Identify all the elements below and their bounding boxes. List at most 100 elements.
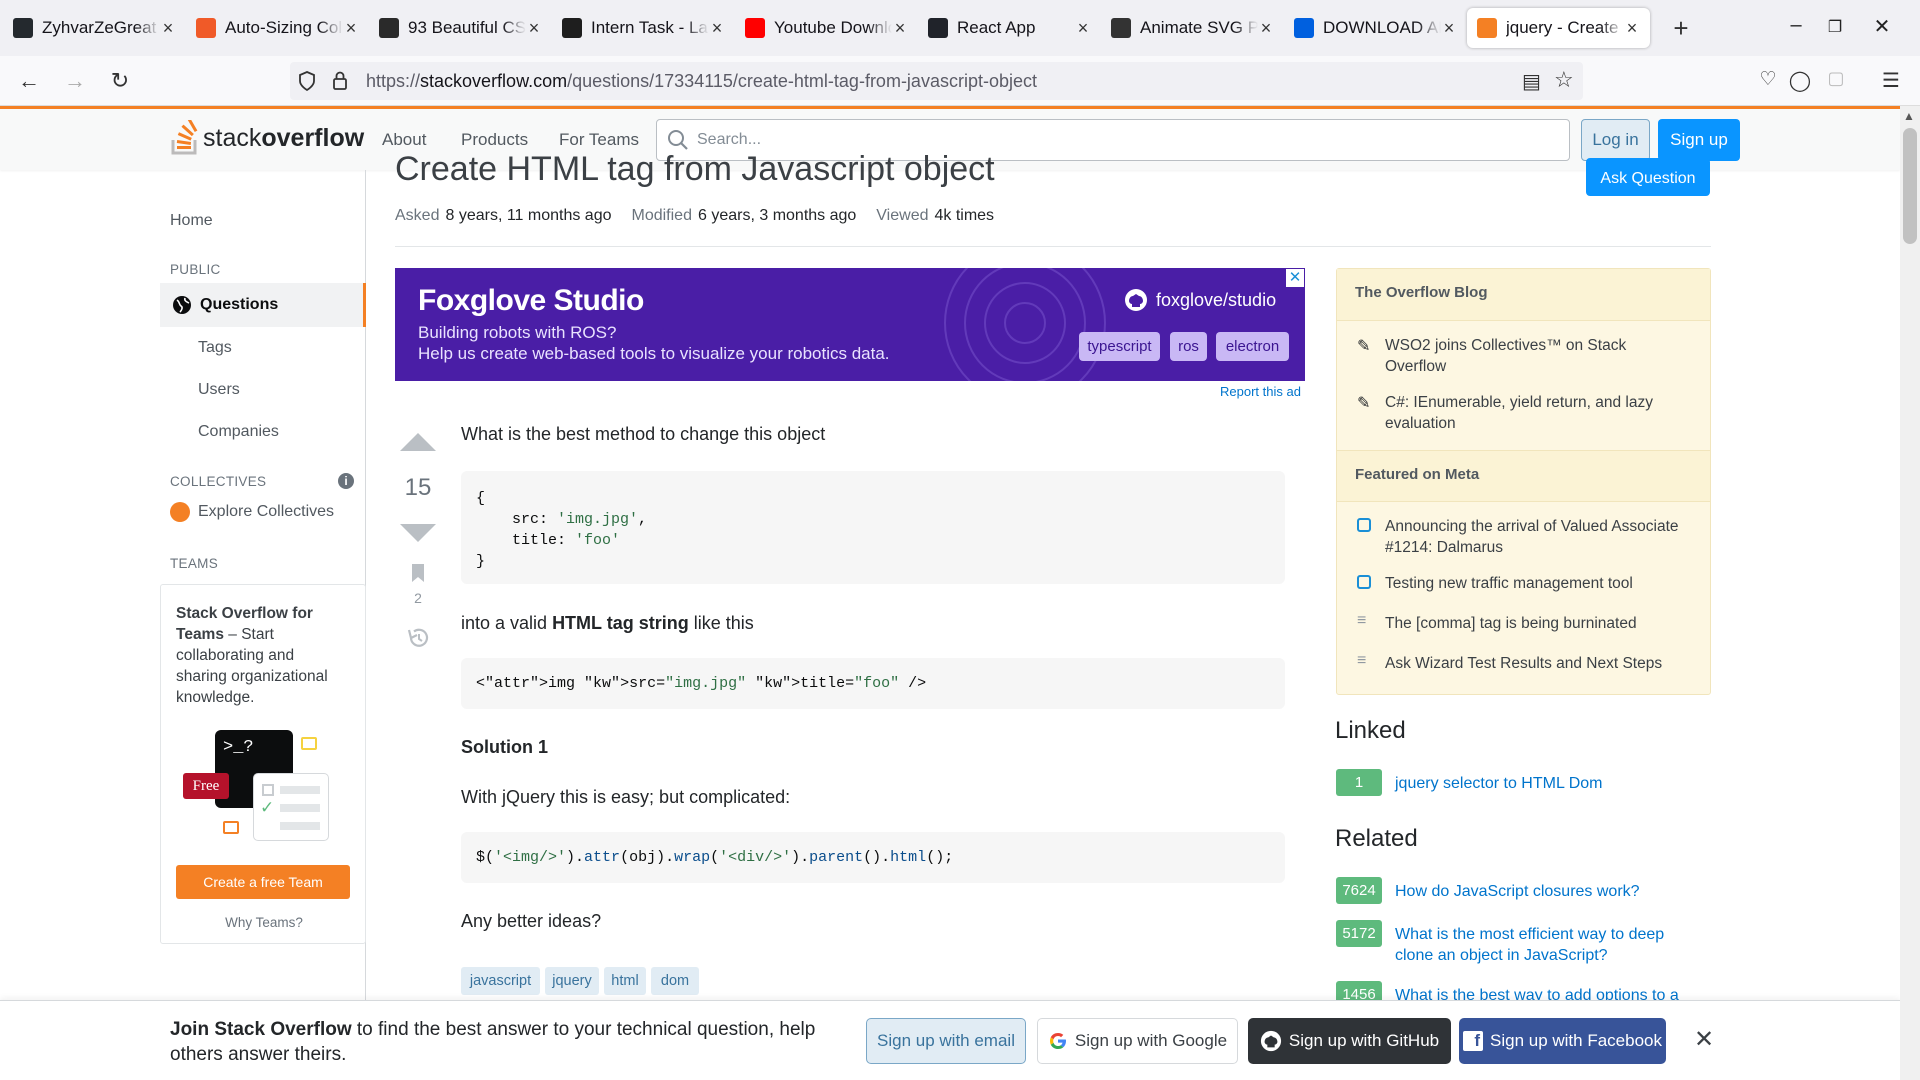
meta-item[interactable]: Announcing the arrival of Valued Associa…: [1385, 516, 1685, 558]
reload-button[interactable]: ↻: [105, 68, 135, 94]
linked-score[interactable]: 1: [1336, 769, 1382, 796]
browser-tab[interactable]: Intern Task - Lanc×: [552, 8, 735, 48]
back-button[interactable]: ←: [14, 68, 44, 94]
info-icon[interactable]: i: [338, 473, 354, 489]
signup-button[interactable]: Sign up: [1658, 119, 1740, 161]
vote-score: 15: [404, 474, 432, 501]
nav-products[interactable]: Products: [461, 130, 528, 150]
signup-google-button[interactable]: Sign up with Google: [1037, 1018, 1238, 1064]
url-text[interactable]: https://stackoverflow.com/questions/1733…: [366, 71, 1037, 92]
browser-tab[interactable]: React App ×: [918, 8, 1101, 48]
minimize-button[interactable]: –: [1776, 14, 1816, 37]
blog-item[interactable]: WSO2 joins Collectives™ on Stack Overflo…: [1385, 335, 1685, 377]
signup-facebook-button[interactable]: f Sign up with Facebook: [1459, 1018, 1666, 1064]
nav-for-teams[interactable]: For Teams: [559, 130, 639, 150]
meta-item[interactable]: Ask Wizard Test Results and Next Steps: [1385, 653, 1685, 674]
forward-button[interactable]: →: [60, 68, 90, 94]
signup-github-button[interactable]: Sign up with GitHub: [1248, 1018, 1451, 1064]
tag-javascript[interactable]: javascript: [461, 967, 540, 995]
sidebar-item-companies[interactable]: Companies: [198, 423, 279, 441]
reader-view-icon[interactable]: ▤: [1522, 69, 1541, 94]
close-tab-icon[interactable]: ×: [526, 18, 542, 39]
tag-dom[interactable]: dom: [651, 967, 699, 995]
why-teams-link[interactable]: Why Teams?: [161, 915, 367, 930]
create-team-button[interactable]: Create a free Team: [176, 865, 350, 899]
question-title[interactable]: Create HTML tag from Javascript object: [395, 150, 995, 189]
meta-chat-icon: [1357, 575, 1371, 589]
close-banner-icon[interactable]: ✕: [1694, 1025, 1714, 1054]
close-tab-icon[interactable]: ×: [1624, 18, 1640, 39]
menu-icon[interactable]: ☰: [1876, 68, 1906, 93]
close-tab-icon[interactable]: ×: [160, 18, 176, 39]
stack-icon: ≡: [1357, 612, 1367, 629]
tag-html[interactable]: html: [604, 967, 646, 995]
scroll-up-icon[interactable]: ▲: [1903, 109, 1915, 123]
related-link[interactable]: What is the most efficient way to deep c…: [1395, 924, 1695, 966]
advertisement[interactable]: Foxglove Studio Building robots with ROS…: [395, 268, 1305, 381]
browser-tab-bar: ZyhvarZeGreat (E×Auto-Sizing Colu×93 Bea…: [0, 0, 1920, 56]
question-paragraph-2: into a valid HTML tag string like this: [461, 613, 754, 634]
report-ad-link[interactable]: Report this ad: [1220, 384, 1301, 399]
site-logo[interactable]: stackoverflow: [170, 120, 364, 156]
bookmark-count: 2: [414, 590, 422, 606]
close-window-button[interactable]: ✕: [1862, 14, 1902, 39]
meta-chat-icon: [1357, 518, 1371, 532]
close-tab-icon[interactable]: ×: [1258, 18, 1274, 39]
bookmark-star-icon[interactable]: ☆: [1554, 67, 1574, 93]
tag-jquery[interactable]: jquery: [545, 967, 599, 995]
sidebar-item-tags[interactable]: Tags: [198, 339, 232, 357]
account-icon[interactable]: ◯: [1785, 68, 1815, 93]
close-tab-icon[interactable]: ×: [1075, 18, 1091, 39]
close-tab-icon[interactable]: ×: [1441, 18, 1457, 39]
login-button[interactable]: Log in: [1581, 119, 1650, 161]
related-score[interactable]: 7624: [1336, 877, 1382, 904]
scrollbar-thumb[interactable]: [1903, 128, 1917, 244]
sidebar-item-users[interactable]: Users: [198, 381, 240, 399]
blog-item[interactable]: C#: IEnumerable, yield return, and lazy …: [1385, 392, 1685, 434]
browser-tab[interactable]: Auto-Sizing Colu ×: [186, 8, 369, 48]
linked-link[interactable]: jquery selector to HTML Dom: [1395, 773, 1695, 794]
sidebar-item-home[interactable]: Home: [170, 212, 213, 230]
url-bar[interactable]: https://stackoverflow.com/questions/1733…: [290, 62, 1583, 100]
pocket-icon[interactable]: ♡: [1753, 68, 1783, 91]
new-tab-button[interactable]: +: [1666, 13, 1696, 44]
youtube-download-icon: [745, 18, 765, 38]
ad-close-icon[interactable]: ✕: [1286, 269, 1304, 287]
facebook-icon: f: [1463, 1031, 1483, 1051]
related-score[interactable]: 5172: [1336, 920, 1382, 947]
downvote-button[interactable]: [398, 522, 438, 544]
browser-tab[interactable]: ZyhvarZeGreat (E×: [3, 8, 186, 48]
modified-value[interactable]: 6 years, 3 months ago: [698, 207, 856, 225]
signup-facebook-label: Sign up with Facebook: [1490, 1031, 1662, 1050]
asked-value: 8 years, 11 months ago: [445, 207, 612, 224]
sidebar-item-explore-collectives[interactable]: Explore Collectives: [198, 503, 334, 521]
meta-item[interactable]: Testing new traffic management tool: [1385, 573, 1685, 594]
bookmark-icon[interactable]: [410, 563, 426, 583]
viewed-value: 4k times: [934, 207, 995, 224]
close-tab-icon[interactable]: ×: [892, 18, 908, 39]
upvote-button[interactable]: [398, 431, 438, 453]
browser-tab[interactable]: jquery - Create H ×: [1467, 8, 1650, 48]
lock-icon[interactable]: [332, 71, 348, 90]
history-icon[interactable]: [406, 627, 430, 649]
browser-tab[interactable]: DOWNLOAD ALE×: [1284, 8, 1467, 48]
close-tab-icon[interactable]: ×: [709, 18, 725, 39]
extension-icon[interactable]: ▢: [1821, 68, 1851, 89]
sidebar-item-questions[interactable]: Questions: [160, 283, 366, 327]
signup-email-button[interactable]: Sign up with email: [866, 1018, 1026, 1064]
tab-title: Intern Task - Lanc: [591, 18, 709, 37]
shield-icon[interactable]: [298, 71, 316, 91]
close-tab-icon[interactable]: ×: [343, 18, 359, 39]
browser-tab[interactable]: Animate SVG Pat×: [1101, 8, 1284, 48]
meta-item[interactable]: The [comma] tag is being burninated: [1385, 613, 1685, 634]
browser-tab[interactable]: 93 Beautiful CSS ×: [369, 8, 552, 48]
nav-about[interactable]: About: [382, 130, 426, 150]
scrollbar[interactable]: [1900, 106, 1920, 1080]
browser-tab[interactable]: Youtube Downlo ×: [735, 8, 918, 48]
chat-bubble-icon: [301, 737, 317, 750]
ask-question-button[interactable]: Ask Question: [1586, 158, 1710, 196]
restore-button[interactable]: ❐: [1815, 17, 1855, 37]
tab-title: React App: [957, 18, 1036, 37]
related-link[interactable]: How do JavaScript closures work?: [1395, 881, 1695, 902]
ad-tag-electron: electron: [1216, 332, 1289, 361]
